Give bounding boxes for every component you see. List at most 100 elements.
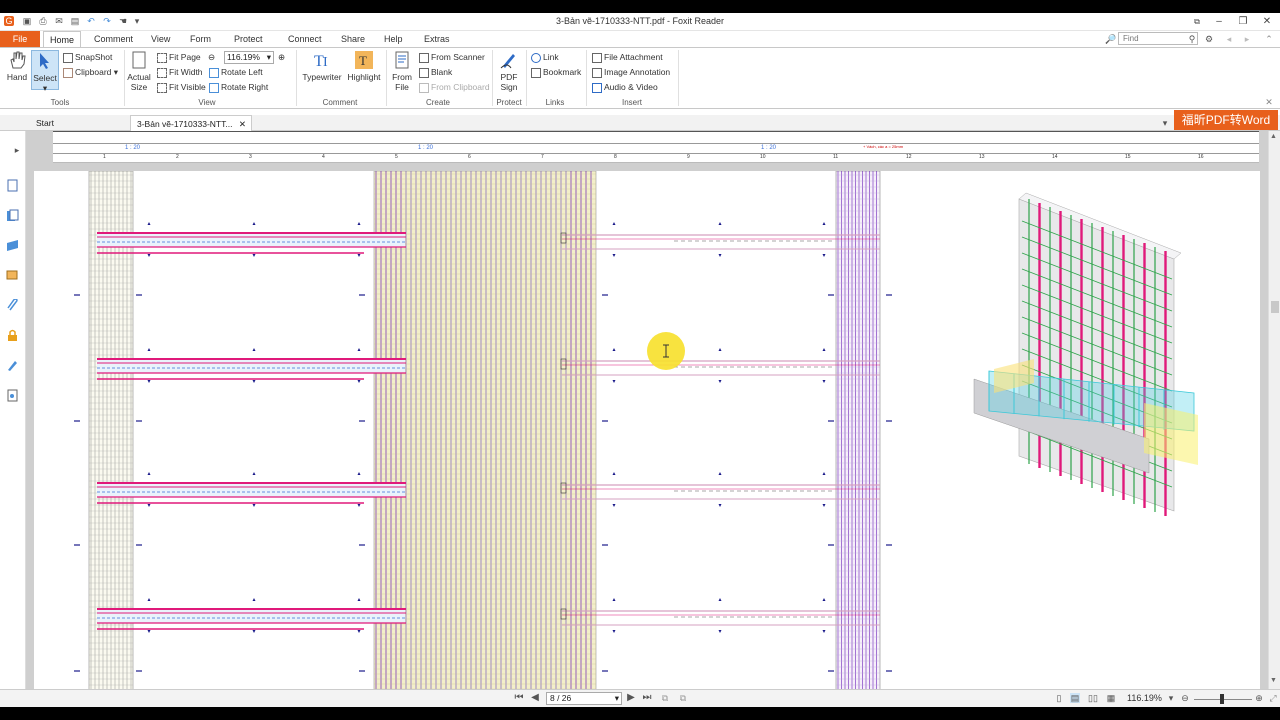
select-button[interactable]: Select ▾ xyxy=(31,50,59,93)
fit-visible-button[interactable]: Fit Visible xyxy=(157,81,206,94)
restore-layout-icon[interactable]: ⧉ xyxy=(1190,15,1204,29)
collapse-ribbon-icon[interactable]: ⌃ xyxy=(1264,34,1274,44)
expand-panel-icon[interactable]: ▸ xyxy=(12,145,22,155)
audio-video-icon xyxy=(592,82,602,93)
settings-gear-icon[interactable]: ⚙ xyxy=(1204,34,1214,44)
scroll-thumb[interactable] xyxy=(1271,301,1279,313)
bookmarks-icon[interactable] xyxy=(6,209,19,222)
from-file-button[interactable]: From File xyxy=(389,50,415,92)
tab-share[interactable]: Share xyxy=(341,34,365,44)
next-page-icon[interactable]: ▶ xyxy=(626,693,636,703)
clipboard-button[interactable]: Clipboard ▾ xyxy=(63,66,118,79)
group-separator xyxy=(124,50,125,106)
close-button[interactable]: ✕ xyxy=(1260,15,1274,29)
tab-protect[interactable]: Protect xyxy=(234,34,263,44)
fullscreen-icon[interactable]: ⤢ xyxy=(1268,693,1278,703)
vertical-scrollbar[interactable]: ▲ ▼ xyxy=(1268,131,1280,689)
tab-form[interactable]: Form xyxy=(190,34,211,44)
fit-page-icon xyxy=(157,52,167,63)
tab-connect[interactable]: Connect xyxy=(288,34,322,44)
document-view[interactable]: 1 : 20 1 : 20 1 : 20 + Vách, các a = 25m… xyxy=(26,131,1268,689)
actual-size-button[interactable]: Actual Size xyxy=(126,50,152,92)
bookmark-button[interactable]: Bookmark xyxy=(531,66,581,79)
zoom-dropdown-icon: ▾ xyxy=(266,52,271,62)
previous-view-icon[interactable]: ⧉ xyxy=(660,693,670,703)
security-lock-icon[interactable] xyxy=(6,329,19,342)
continuous-facing-icon[interactable]: ▦ xyxy=(1106,693,1116,703)
previous-page-icon[interactable]: ◀ xyxy=(530,693,540,703)
signatures-icon[interactable] xyxy=(6,359,19,372)
section-marker xyxy=(147,254,151,257)
rotate-right-button[interactable]: Rotate Right xyxy=(209,81,268,94)
tab-help[interactable]: Help xyxy=(384,34,403,44)
zoom-select[interactable]: 116.19% ▾ xyxy=(224,51,274,64)
pdf-sign-button[interactable]: PDF Sign xyxy=(495,50,523,92)
section-marker xyxy=(612,472,616,475)
tab-view[interactable]: View xyxy=(151,34,170,44)
zoom-out-icon[interactable]: ⊖ xyxy=(208,51,215,64)
zoom-dropdown-icon[interactable]: ▾ xyxy=(1166,693,1176,703)
zoom-value: 116.19% xyxy=(227,52,260,62)
link-button[interactable]: Link xyxy=(531,51,559,64)
zoom-in-icon[interactable]: ⊕ xyxy=(1254,693,1264,703)
page-number-input[interactable]: 8 / 26 ▾ xyxy=(546,692,622,705)
fit-width-button[interactable]: Fit Width xyxy=(157,66,203,79)
ruler-numbers: 1 2 3 4 5 6 7 8 9 10 11 12 13 14 15 16 xyxy=(53,154,1259,162)
tab-home[interactable]: Home xyxy=(43,31,81,48)
back-icon[interactable]: ◂ xyxy=(1224,34,1234,44)
tab-list-dropdown-icon[interactable]: ▾ xyxy=(1160,118,1170,128)
zoom-slider-thumb[interactable] xyxy=(1220,694,1224,704)
page-thumbnails-icon[interactable] xyxy=(6,179,19,192)
section-marker xyxy=(357,348,361,351)
image-annotation-button[interactable]: Image Annotation xyxy=(592,66,670,79)
section-marker xyxy=(718,348,722,351)
find-input[interactable]: Find xyxy=(1118,32,1198,45)
file-menu[interactable]: File xyxy=(0,31,40,47)
scroll-up-icon[interactable]: ▲ xyxy=(1270,133,1277,140)
close-tab-icon[interactable]: ✕ xyxy=(239,116,246,132)
typewriter-button[interactable]: TI Typewriter xyxy=(300,50,344,82)
first-page-icon[interactable]: ⏮ xyxy=(514,693,524,703)
link-icon xyxy=(531,52,541,63)
start-tab[interactable]: Start xyxy=(30,115,126,131)
image-annotation-label: Image Annotation xyxy=(604,67,671,77)
tab-extras[interactable]: Extras xyxy=(424,34,450,44)
search-icon[interactable]: ⚲ xyxy=(1187,34,1197,44)
from-clipboard-button[interactable]: From Clipboard xyxy=(419,81,490,94)
snapshot-button[interactable]: SnapShot xyxy=(63,51,112,64)
promo-banner[interactable]: 福昕PDF转Word xyxy=(1174,110,1278,130)
next-view-icon[interactable]: ⧉ xyxy=(678,693,688,703)
file-attachment-label: File Attachment xyxy=(604,52,663,62)
clipboard-label: Clipboard xyxy=(75,67,112,77)
zoom-out-icon[interactable]: ⊖ xyxy=(1180,693,1190,703)
last-page-icon[interactable]: ⏭ xyxy=(642,693,652,703)
document-tab-active[interactable]: 3-Bản vẽ-1710333-NTT... ✕ xyxy=(130,115,252,131)
highlight-button[interactable]: T Highlight xyxy=(346,50,382,82)
facing-page-icon[interactable]: ▯▯ xyxy=(1088,693,1098,703)
tab-comment[interactable]: Comment xyxy=(94,34,133,44)
comments-panel-icon[interactable] xyxy=(6,269,19,282)
zoom-in-icon[interactable]: ⊕ xyxy=(278,51,285,64)
actual-size-icon xyxy=(132,51,146,69)
hand-button[interactable]: Hand xyxy=(4,50,30,82)
layers-icon[interactable] xyxy=(6,239,19,252)
content-panel-icon[interactable] xyxy=(6,389,19,402)
section-marker xyxy=(357,504,361,507)
rotate-left-button[interactable]: Rotate Left xyxy=(209,66,263,79)
single-page-icon[interactable]: ▯ xyxy=(1054,693,1064,703)
audio-video-button[interactable]: Audio & Video xyxy=(592,81,658,94)
hand-label: Hand xyxy=(6,72,28,82)
continuous-page-icon[interactable]: ▤ xyxy=(1070,693,1080,703)
ribbon-close-icon[interactable]: ✕ xyxy=(1264,97,1274,107)
file-attachment-button[interactable]: File Attachment xyxy=(592,51,663,64)
search-options-icon[interactable]: 🔎 xyxy=(1105,34,1116,44)
forward-icon[interactable]: ▸ xyxy=(1242,34,1252,44)
fit-page-button[interactable]: Fit Page xyxy=(157,51,201,64)
maximize-button[interactable]: ❐ xyxy=(1236,15,1250,29)
blank-button[interactable]: Blank xyxy=(419,66,452,79)
section-marker xyxy=(718,630,722,633)
scroll-down-icon[interactable]: ▼ xyxy=(1270,677,1277,684)
from-scanner-button[interactable]: From Scanner xyxy=(419,51,485,64)
attachments-icon[interactable] xyxy=(6,299,19,312)
minimize-button[interactable]: – xyxy=(1212,15,1226,29)
